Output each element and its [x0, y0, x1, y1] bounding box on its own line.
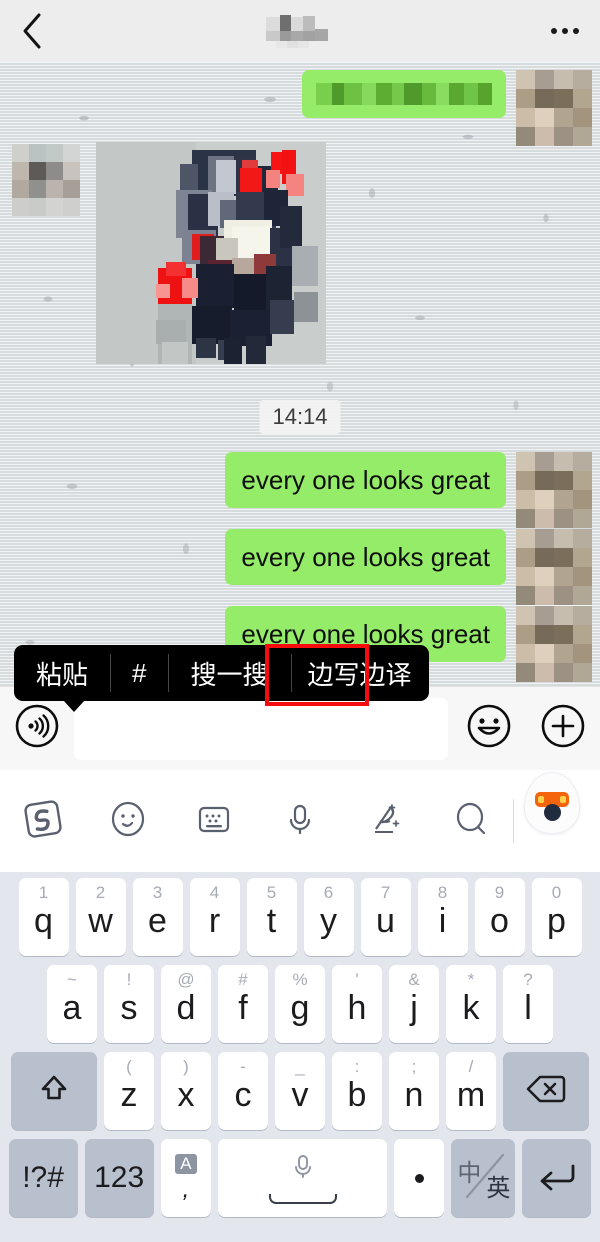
key-e[interactable]: 3e [132, 878, 183, 956]
emoji-button[interactable] [452, 687, 526, 771]
context-menu-arrow [63, 700, 85, 712]
message-timestamp: 14:14 [259, 400, 341, 434]
smiley-icon [106, 797, 150, 846]
enter-key[interactable] [522, 1139, 592, 1217]
handwriting-icon [363, 797, 407, 846]
chat-message-list[interactable]: 14:14 every one looks great every one lo… [0, 62, 600, 686]
key-z[interactable]: (z [104, 1052, 154, 1130]
language-toggle-key[interactable]: 中 英 [451, 1139, 516, 1217]
more-options-button[interactable] [530, 0, 600, 62]
handwriting-button[interactable] [342, 770, 428, 872]
keyboard-layout-button[interactable] [171, 770, 257, 872]
key-o[interactable]: 9o [474, 878, 525, 956]
plus-circle-icon [540, 703, 586, 754]
key-d[interactable]: @ d [161, 965, 211, 1043]
wechat-chat-screen: 14:14 every one looks great every one lo… [0, 0, 600, 1242]
avatar[interactable] [516, 452, 592, 528]
keyboard-emoji-button[interactable] [86, 770, 172, 872]
symbols-key[interactable]: !?# [8, 1139, 78, 1217]
sogou-mascot-icon[interactable] [524, 772, 580, 834]
context-menu-item-translate[interactable]: 边写边译 [290, 645, 429, 701]
key-l[interactable]: ? l [503, 965, 553, 1043]
comma-key[interactable]: A , [160, 1139, 212, 1217]
return-arrow-icon [535, 1158, 579, 1199]
ellipsis-icon [551, 28, 557, 34]
message-bubble[interactable]: every one looks great [225, 452, 506, 508]
key-n[interactable]: ; n [389, 1052, 439, 1130]
context-menu-item-paste[interactable]: 粘贴 [14, 645, 110, 701]
key-x[interactable]: ) x [161, 1052, 211, 1130]
sogou-logo-button[interactable] [0, 770, 86, 872]
context-menu-item-search[interactable]: 搜一搜 [168, 645, 290, 701]
keyboard-row-2: ~ a ! s @ d # f % g ' h & j * k ? l [5, 965, 595, 1043]
key-v[interactable]: _ v [275, 1052, 325, 1130]
keyboard-row-4: !?# 123 A , 中 英 [5, 1139, 595, 1217]
keyboard-row-1: 1q 2w 3e 4r 5t 6y 7u 8i 9o 0p [5, 878, 595, 956]
key-b[interactable]: :b [332, 1052, 382, 1130]
key-s[interactable]: ! s [104, 965, 154, 1043]
key-y[interactable]: 6y [303, 878, 354, 956]
keyboard-toolbar [0, 770, 600, 872]
message-row: every one looks great [225, 529, 592, 605]
context-menu-item-hashtag[interactable]: # [110, 645, 168, 701]
chat-header [0, 0, 600, 62]
message-text-input[interactable] [74, 697, 448, 760]
key-a[interactable]: ~ a [47, 965, 97, 1043]
period-key[interactable] [393, 1139, 445, 1217]
key-k[interactable]: * k [446, 965, 496, 1043]
shift-arrow-icon [34, 1069, 74, 1114]
add-attachment-button[interactable] [526, 687, 600, 771]
key-g[interactable]: % g [275, 965, 325, 1043]
key-i[interactable]: 8i [417, 878, 468, 956]
avatar[interactable] [516, 529, 592, 605]
message-bubble[interactable]: every one looks great [225, 529, 506, 585]
key-m[interactable]: / m [446, 1052, 496, 1130]
back-button[interactable] [0, 0, 64, 62]
avatar[interactable] [516, 70, 592, 146]
blurred-contact-name [266, 14, 328, 48]
key-h[interactable]: ' h [332, 965, 382, 1043]
key-j[interactable]: & j [389, 965, 439, 1043]
microphone-icon [278, 797, 322, 846]
avatar[interactable] [516, 606, 592, 682]
key-c[interactable]: -c [218, 1052, 268, 1130]
message-image[interactable] [96, 142, 326, 364]
mascot-nose [543, 803, 561, 821]
space-key[interactable] [218, 1139, 387, 1217]
period-glyph [414, 1173, 424, 1183]
keyboard-row-3: (z ) x -c _ v :b ; n / m [5, 1052, 595, 1130]
key-p[interactable]: 0p [531, 878, 582, 956]
key-t[interactable]: 5t [246, 878, 297, 956]
message-bubble-censored[interactable] [302, 70, 506, 118]
backspace-icon [524, 1069, 568, 1114]
shift-key[interactable] [11, 1052, 97, 1130]
text-context-menu: 粘贴 # 搜一搜 边写边译 [14, 645, 429, 701]
key-f[interactable]: # f [218, 965, 268, 1043]
numbers-key[interactable]: 123 [84, 1139, 154, 1217]
censored-text [316, 83, 492, 105]
keyboard-voice-button[interactable] [257, 770, 343, 872]
censored-pixel-block [12, 144, 80, 216]
voice-wave-icon [14, 703, 60, 754]
microphone-icon [288, 1152, 318, 1189]
key-r[interactable]: 4r [189, 878, 240, 956]
message-row [302, 70, 592, 146]
chat-title [64, 0, 530, 62]
chevron-left-icon [21, 12, 43, 50]
keyboard-keys: 1q 2w 3e 4r 5t 6y 7u 8i 9o 0p ~ a ! s @ d #… [0, 872, 600, 1242]
space-bar-glyph [268, 1194, 337, 1204]
key-q[interactable]: 1q [18, 878, 69, 956]
message-row: every one looks great [225, 452, 592, 528]
backspace-key[interactable] [503, 1052, 589, 1130]
sogou-keyboard: 1q 2w 3e 4r 5t 6y 7u 8i 9o 0p ~ a ! s @ d #… [0, 770, 600, 1242]
key-u[interactable]: 7u [360, 878, 411, 956]
keyboard-search-button[interactable] [428, 770, 514, 872]
key-w[interactable]: 2w [75, 878, 126, 956]
sogou-logo-icon [21, 797, 65, 846]
keyboard-icon [192, 797, 236, 846]
search-icon [449, 797, 493, 846]
smiley-icon [466, 703, 512, 754]
